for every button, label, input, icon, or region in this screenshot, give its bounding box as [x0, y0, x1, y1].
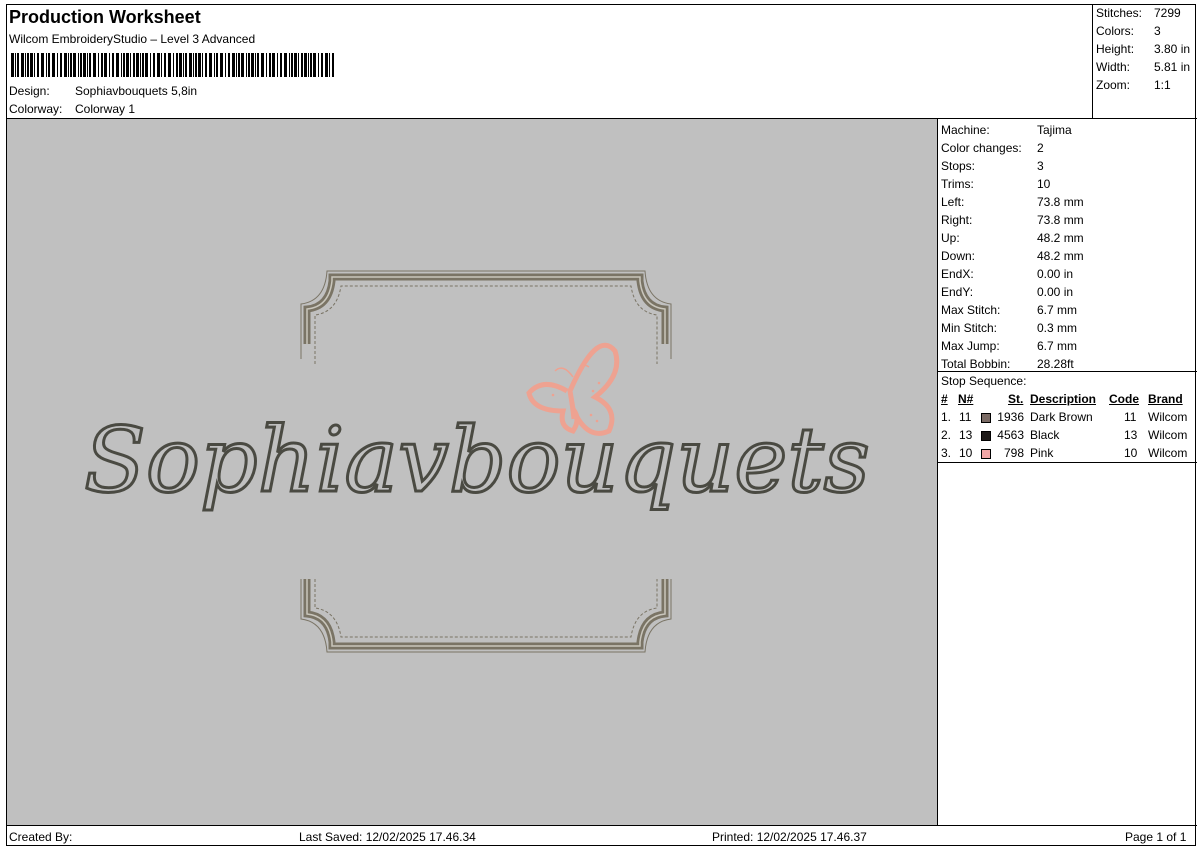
design-row: Design: Sophiavbouquets 5,8in: [9, 84, 197, 98]
production-worksheet: Production Worksheet Wilcom EmbroiderySt…: [6, 4, 1197, 846]
info-left: Left: 73.8 mm: [941, 195, 1084, 209]
stop-sequence-table: Stop Sequence: # N# St. Description Code…: [938, 371, 1197, 463]
worksheet-footer: Created By: Last Saved: 12/02/2025 17.46…: [7, 825, 1197, 846]
info-max-stitch: Max Stitch: 6.7 mm: [941, 303, 1078, 317]
created-by: Created By:: [9, 830, 73, 844]
info-stops: Stops: 3: [941, 159, 1044, 173]
colorway-label: Colorway:: [9, 102, 63, 116]
design-label: Design:: [9, 84, 50, 98]
page-title: Production Worksheet: [9, 7, 201, 27]
machine-info-panel: Machine: Tajima Color changes: 2 Stops: 3 T…: [938, 119, 1197, 825]
table-row: 1. 11 1936 Dark Brown 11 Wilcom: [941, 410, 1188, 424]
design-summary: Stitches: 7299 Colors: 3 Height: 3.80 in Wi…: [1092, 5, 1196, 119]
info-min-stitch: Min Stitch: 0.3 mm: [941, 321, 1078, 335]
color-swatch: [981, 413, 991, 423]
summary-colors: Colors: 3: [1096, 24, 1161, 38]
stop-sequence-title: Stop Sequence:: [941, 374, 1027, 388]
col-header-description: Description: [1030, 392, 1097, 406]
summary-zoom: Zoom: 1:1: [1096, 78, 1171, 92]
frame-bottom: [300, 579, 672, 653]
colorway-value: Colorway 1: [75, 102, 136, 116]
last-saved: Last Saved: 12/02/2025 17.46.34: [299, 830, 476, 844]
design-lettering: Sophiavbouquets: [84, 408, 870, 513]
worksheet-header: Production Worksheet Wilcom EmbroiderySt…: [7, 5, 1197, 119]
info-right: Right: 73.8 mm: [941, 213, 1084, 227]
table-row: 3. 10 798 Pink 10 Wilcom: [941, 446, 1188, 460]
summary-width: Width: 5.81 in: [1096, 60, 1191, 74]
printed-date: Printed: 12/02/2025 17.46.37: [712, 830, 867, 844]
info-endx: EndX: 0.00 in: [941, 267, 1074, 281]
page-number: Page 1 of 1: [1125, 830, 1187, 844]
col-header-num: #: [941, 392, 948, 406]
summary-stitches: Stitches: 7299: [1096, 6, 1181, 20]
barcode: [11, 53, 334, 77]
col-header-st: St.: [1008, 392, 1024, 406]
info-color-changes: Color changes: 2: [941, 141, 1044, 155]
col-header-brand: Brand: [1148, 392, 1183, 406]
software-name: Wilcom EmbroideryStudio – Level 3 Advanc…: [9, 32, 256, 46]
design-preview: Sophiavbouquets: [7, 119, 938, 825]
summary-height: Height: 3.80 in: [1096, 42, 1191, 56]
info-max-jump: Max Jump: 6.7 mm: [941, 339, 1078, 353]
color-swatch: [981, 449, 991, 459]
design-value: Sophiavbouquets 5,8in: [75, 84, 198, 98]
info-machine: Machine: Tajima: [941, 123, 1072, 137]
colorway-row: Colorway: Colorway 1: [9, 102, 135, 116]
info-trims: Trims: 10: [941, 177, 1051, 191]
col-header-n: N#: [958, 392, 974, 406]
info-down: Down: 48.2 mm: [941, 249, 1084, 263]
info-up: Up: 48.2 mm: [941, 231, 1084, 245]
color-swatch: [981, 431, 991, 441]
info-endy: EndY: 0.00 in: [941, 285, 1074, 299]
col-header-code: Code: [1109, 392, 1139, 406]
embroidery-design: Sophiavbouquets: [83, 270, 871, 653]
table-row: 2. 13 4563 Black 13 Wilcom: [941, 428, 1188, 442]
